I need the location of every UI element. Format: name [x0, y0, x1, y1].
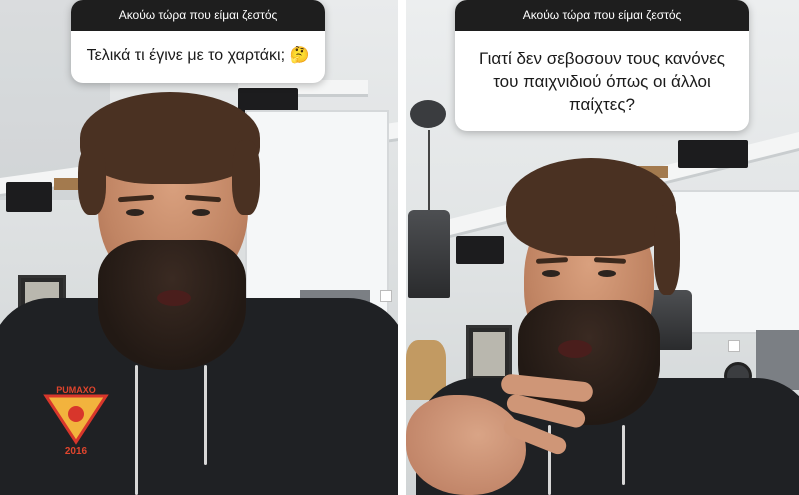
question-sticker-header: Ακούω τώρα που είμαι ζεστός: [455, 0, 749, 31]
wall-frame: [466, 325, 512, 383]
mouth: [157, 290, 191, 306]
eye-left: [126, 209, 144, 216]
eye-left: [542, 270, 560, 277]
hair-side-left: [78, 145, 106, 215]
story-panel-right: Ακούω τώρα που είμαι ζεστός Γιατί δεν σε…: [406, 0, 799, 495]
hoodie-string: [204, 365, 207, 465]
hoodie-print-logo: PUMAXO 2016: [43, 385, 109, 457]
question-sticker[interactable]: Ακούω τώρα που είμαι ζεστός Τελικά τι έγ…: [71, 0, 325, 83]
question-sticker-body: Τελικά τι έγινε με το χαρτάκι; 🤔: [71, 31, 325, 83]
wall-socket: [728, 340, 740, 352]
pendant-lamp: [408, 210, 450, 298]
thinking-face-icon: 🤔: [289, 45, 310, 64]
speaker-upper: [678, 140, 748, 168]
question-sticker[interactable]: Ακούω τώρα που είμαι ζεστός Γιατί δεν σε…: [455, 0, 749, 131]
question-sticker-header: Ακούω τώρα που είμαι ζεστός: [71, 0, 325, 31]
speaker: [456, 236, 504, 264]
question-line: παίχτες?: [569, 94, 635, 114]
speaker: [6, 182, 52, 212]
hair-side-right: [232, 140, 260, 215]
ceiling-fixture: [410, 100, 446, 128]
hoodie-string: [135, 365, 138, 495]
hoodie-print-year: 2016: [65, 446, 88, 457]
lamp-cord: [428, 130, 430, 210]
eye-right: [598, 270, 616, 277]
hair: [506, 158, 676, 256]
wall-socket: [380, 290, 392, 302]
hoodie-print-text: PUMAXO: [56, 385, 96, 395]
question-text: Τελικά τι έγινε με το χαρτάκι;: [86, 47, 286, 64]
story-panel-left: PUMAXO 2016 Ακούω τώρα που είμαι ζεστός …: [0, 0, 398, 495]
hoodie-string: [622, 425, 625, 485]
hair-side-right: [654, 205, 680, 295]
mouth: [558, 340, 592, 358]
eye-right: [192, 209, 210, 216]
question-line: του παιχνιδιού όπως οι άλλοι: [493, 71, 711, 91]
question-line: Γιατί δεν σεβοσουν τους κανόνες: [479, 49, 725, 68]
question-sticker-body: Γιατί δεν σεβοσουν τους κανόνες του παιχ…: [455, 31, 749, 131]
